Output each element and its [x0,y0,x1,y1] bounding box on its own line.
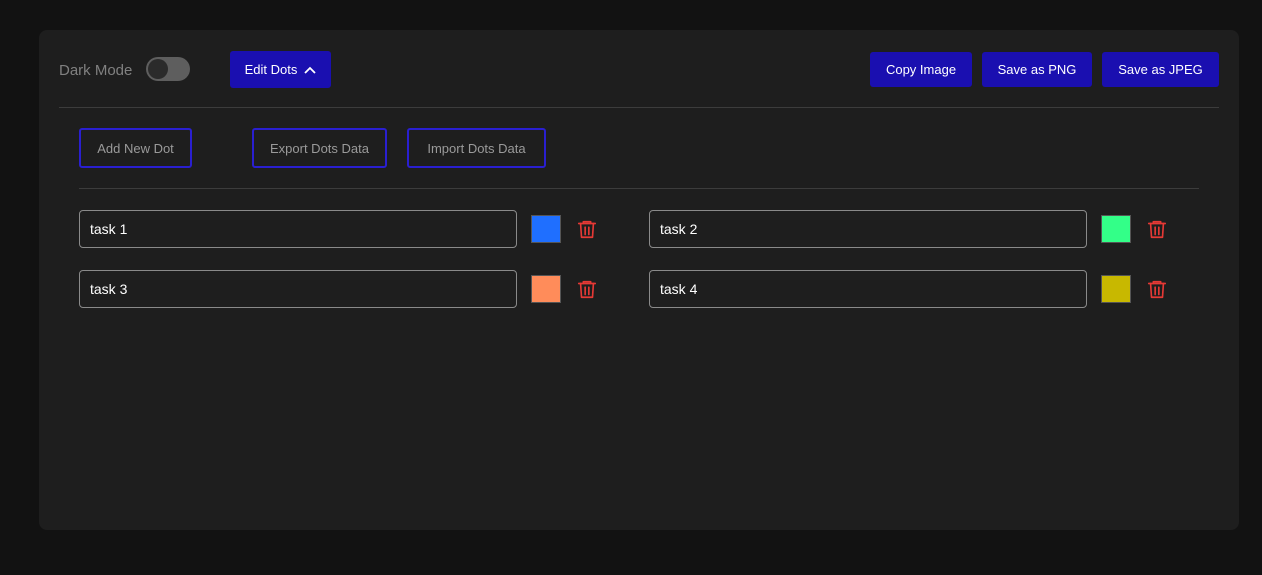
editor-divider [79,188,1199,189]
copy-image-button[interactable]: Copy Image [870,52,972,87]
dot-color-picker[interactable] [1101,275,1131,303]
add-new-dot-button[interactable]: Add New Dot [79,128,192,168]
edit-dots-label: Edit Dots [244,62,298,77]
dark-mode-label: Dark Mode [59,62,133,79]
chevron-up-icon [304,66,317,74]
dot-name-input[interactable] [649,210,1087,248]
dot-row [79,270,609,308]
save-png-button[interactable]: Save as PNG [982,52,1092,87]
export-dots-button[interactable]: Export Dots Data [252,128,387,168]
edit-dots-button[interactable]: Edit Dots [230,51,331,88]
dot-name-input[interactable] [79,270,517,308]
dot-color-picker[interactable] [531,215,561,243]
save-jpeg-button[interactable]: Save as JPEG [1102,52,1219,87]
dot-row [79,210,609,248]
dot-color-picker[interactable] [1101,215,1131,243]
dot-color-picker[interactable] [531,275,561,303]
dark-mode-toggle[interactable] [146,57,190,81]
trash-icon[interactable] [1146,278,1168,300]
trash-icon[interactable] [576,218,598,240]
dot-name-input[interactable] [79,210,517,248]
dot-name-input[interactable] [649,270,1087,308]
toggle-knob [148,59,168,79]
main-panel: Dark Mode Edit Dots Copy Image Save as P… [39,30,1239,530]
trash-icon[interactable] [1146,218,1168,240]
import-dots-button[interactable]: Import Dots Data [407,128,546,168]
dot-row [649,270,1179,308]
toolbar: Dark Mode Edit Dots Copy Image Save as P… [59,30,1219,108]
trash-icon[interactable] [576,278,598,300]
dot-row [649,210,1179,248]
